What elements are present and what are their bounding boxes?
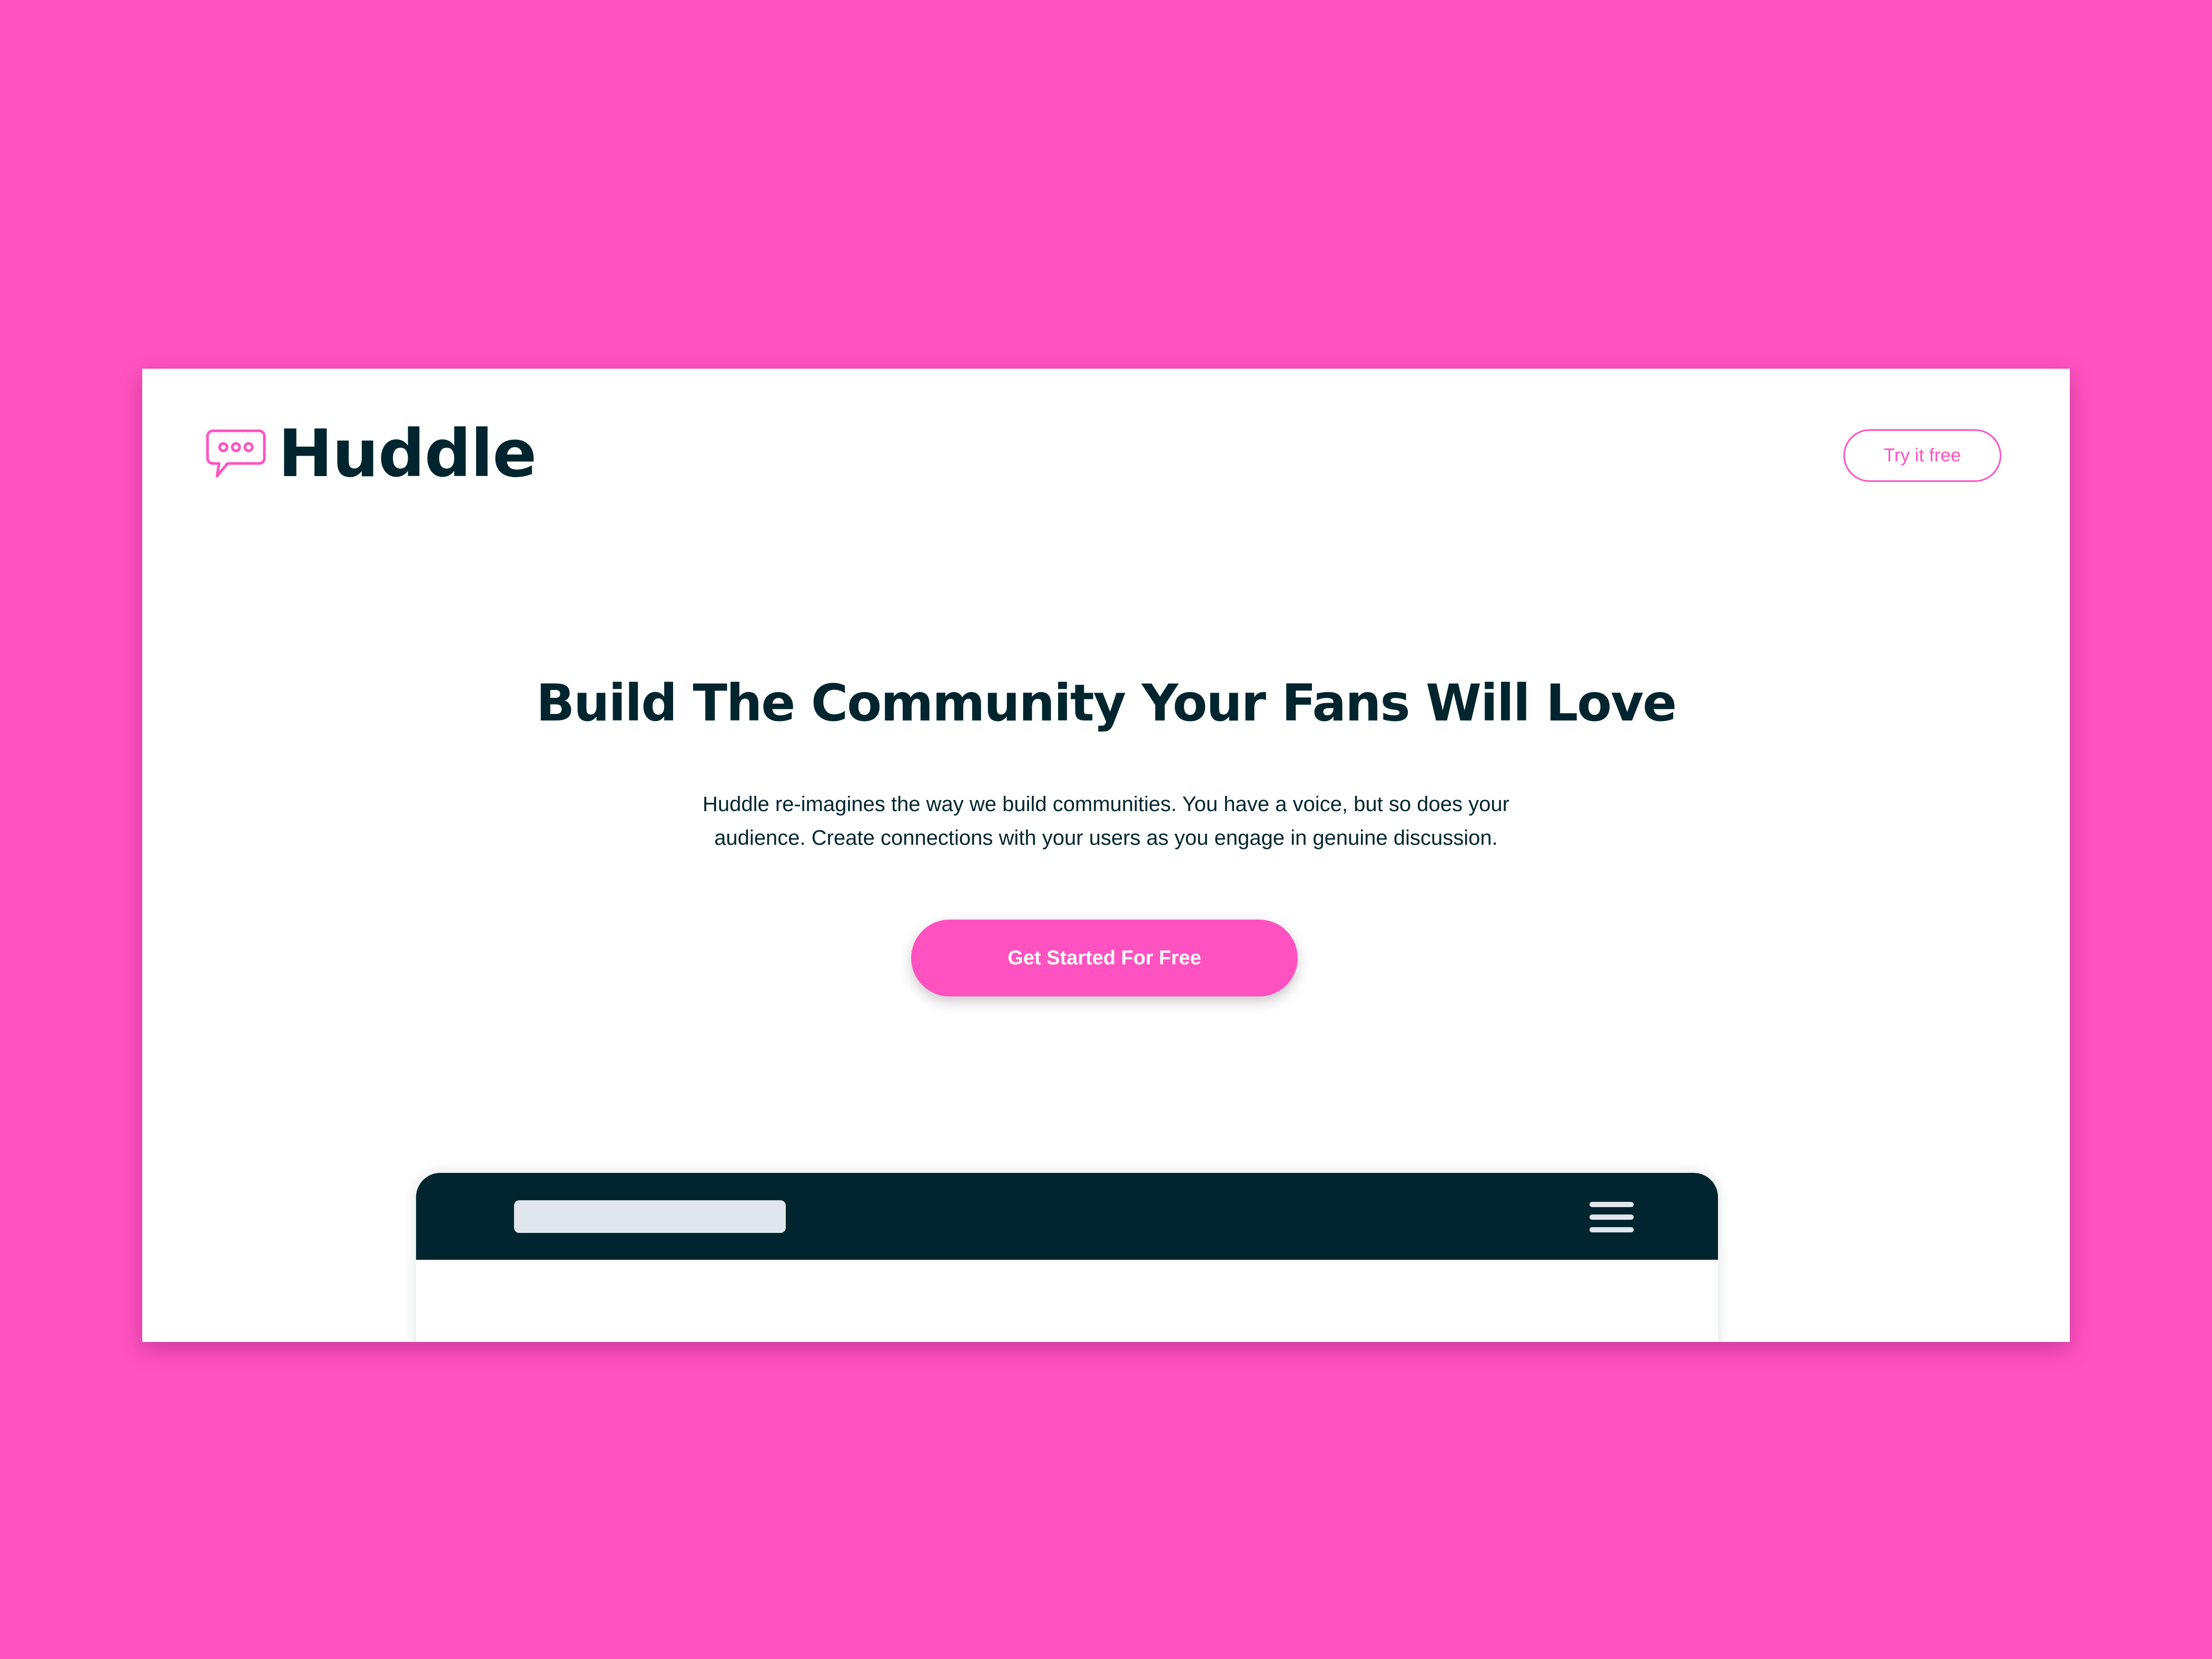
get-started-button[interactable]: Get Started For Free <box>911 920 1298 996</box>
mockup-header-bar <box>416 1173 1718 1260</box>
chat-bubble-icon <box>206 429 266 478</box>
mockup-search-placeholder <box>514 1200 786 1233</box>
hamburger-menu-icon[interactable] <box>1589 1202 1634 1232</box>
app-mockup <box>416 1173 1718 1342</box>
menu-line <box>1589 1202 1634 1207</box>
menu-line <box>1589 1227 1634 1232</box>
logo[interactable]: Huddle <box>205 416 537 492</box>
logo-text: Huddle <box>278 416 537 492</box>
hero-title: Build The Community Your Fans Will Love <box>536 674 1677 733</box>
try-it-free-button[interactable]: Try it free <box>1843 429 2001 482</box>
website-frame: Huddle Try it free Build The Community Y… <box>142 369 2070 1342</box>
hero-description: Huddle re-imagines the way we build comm… <box>703 793 1509 850</box>
menu-line <box>1589 1214 1634 1220</box>
